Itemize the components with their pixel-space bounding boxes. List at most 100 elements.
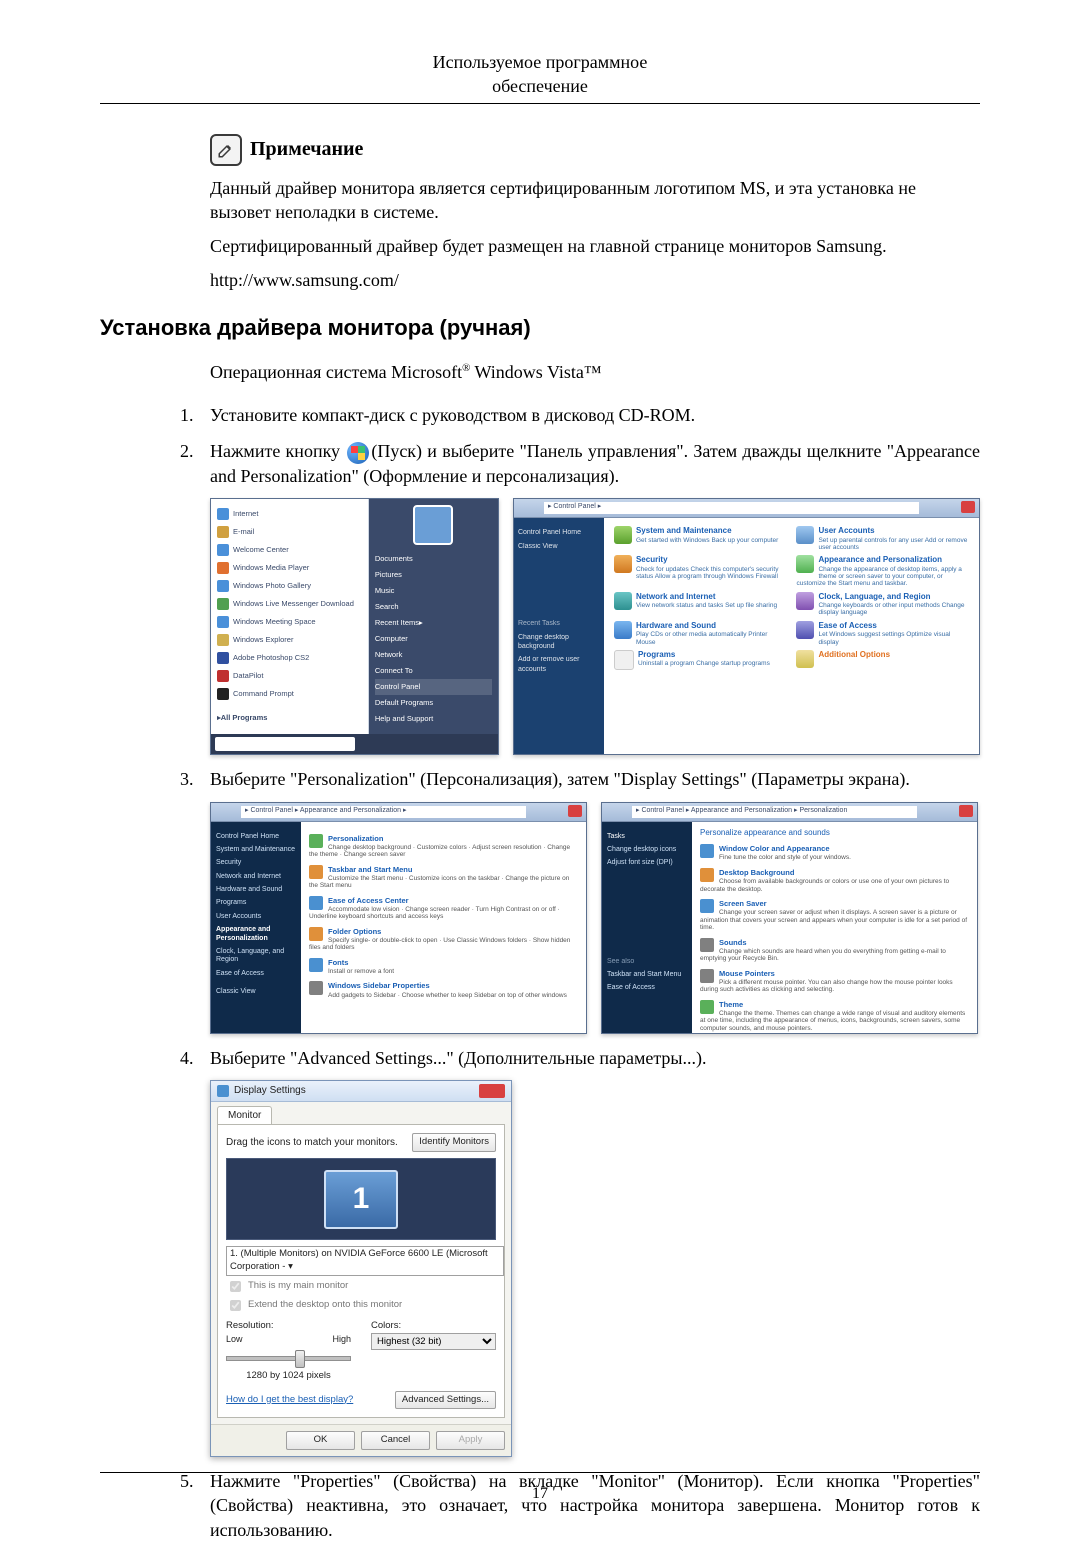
monitor-1-icon[interactable]: 1 (324, 1170, 398, 1229)
sm-docs[interactable]: Documents (375, 551, 492, 567)
ds-monitor-dropdown[interactable]: 1. (Multiple Monitors) on NVIDIA GeForce… (226, 1246, 504, 1276)
pers-item-color[interactable]: Window Color and AppearanceFine tune the… (700, 844, 969, 862)
appearance-main: PersonalizationChange desktop background… (301, 822, 586, 1034)
step-5: 5. Нажмите "Properties" (Свойства) на вк… (180, 1469, 980, 1542)
ds-colors-select[interactable]: Highest (32 bit) (371, 1333, 496, 1350)
start-item-ps[interactable]: Adobe Photoshop CS2 (217, 649, 362, 667)
app-side-9[interactable]: Ease of Access (216, 970, 296, 978)
app-side-10[interactable]: Classic View (216, 988, 296, 996)
app-side-6[interactable]: User Accounts (216, 913, 296, 921)
ds-chk-extend[interactable]: Extend the desktop onto this monitor (226, 1297, 496, 1314)
pers-item-bg[interactable]: Desktop BackgroundChoose from available … (700, 868, 969, 893)
app-item-folder[interactable]: Folder OptionsSpecify single- or double-… (309, 927, 578, 952)
app-side-8[interactable]: Clock, Language, and Region (216, 948, 296, 965)
apply-button[interactable]: Apply (436, 1431, 505, 1450)
sm-recent[interactable]: Recent Items ▸ (375, 615, 492, 631)
cp-cat-users[interactable]: User AccountsSet up parental controls fo… (796, 526, 969, 551)
pers-side-4[interactable]: Taskbar and Start Menu (607, 971, 687, 979)
pers-item-sounds[interactable]: SoundsChange which sounds are heard when… (700, 938, 969, 963)
start-item-cmd[interactable]: Command Prompt (217, 685, 362, 703)
app-side-5[interactable]: Programs (216, 899, 296, 907)
pers-sidebar: Tasks Change desktop icons Adjust font s… (602, 822, 692, 1034)
app-side-2[interactable]: Security (216, 859, 296, 867)
step-3: 3. Выберите "Personalization" (Персонали… (180, 767, 980, 791)
footer-rule (100, 1472, 980, 1473)
cp-side-home[interactable]: Control Panel Home (518, 528, 600, 537)
start-item-wmp[interactable]: Windows Media Player (217, 559, 362, 577)
close-icon[interactable] (479, 1084, 505, 1098)
sm-computer[interactable]: Computer (375, 631, 492, 647)
start-search-input[interactable] (215, 737, 355, 751)
pers-address[interactable]: ▸ Control Panel ▸ Appearance and Persona… (632, 806, 917, 818)
ds-titlebar: Display Settings (211, 1081, 511, 1102)
app-item-fonts[interactable]: FontsInstall or remove a font (309, 958, 578, 976)
start-item-meeting[interactable]: Windows Meeting Space (217, 613, 362, 631)
start-item-live[interactable]: Windows Live Messenger Download (217, 595, 362, 613)
sm-default[interactable]: Default Programs (375, 695, 492, 711)
ok-button[interactable]: OK (286, 1431, 355, 1450)
step-4-text: Выберите "Advanced Settings..." (Дополни… (210, 1046, 980, 1070)
cp-cat-ease[interactable]: Ease of AccessLet Windows suggest settin… (796, 621, 969, 646)
start-item-datapilot[interactable]: DataPilot (217, 667, 362, 685)
app-item-sidebar[interactable]: Windows Sidebar PropertiesAdd gadgets to… (309, 981, 578, 999)
start-item-email[interactable]: E-mail (217, 523, 362, 541)
ds-chk-main[interactable]: This is my main monitor (226, 1278, 496, 1295)
note-url-link[interactable]: http://www.samsung.com/ (210, 270, 399, 290)
sm-help[interactable]: Help and Support (375, 711, 492, 727)
app-side-7[interactable]: Appearance and Personalization (216, 926, 296, 943)
ds-title-text: Display Settings (234, 1084, 306, 1098)
pers-side-5[interactable]: Ease of Access (607, 984, 687, 992)
ds-low: Low (226, 1333, 243, 1345)
page-number: 17 (0, 1483, 1080, 1505)
app-item-taskbar[interactable]: Taskbar and Start MenuCustomize the Star… (309, 865, 578, 890)
sm-connect[interactable]: Connect To (375, 663, 492, 679)
app-side-1[interactable]: System and Maintenance (216, 846, 296, 854)
step-number-1: 1. (180, 403, 210, 427)
sm-pics[interactable]: Pictures (375, 567, 492, 583)
cp-side-bg[interactable]: Change desktop background (518, 633, 600, 652)
pers-item-saver[interactable]: Screen SaverChange your screen saver or … (700, 899, 969, 932)
cp-cat-additional[interactable]: Additional Options (796, 650, 969, 670)
ds-help-link[interactable]: How do I get the best display? (226, 1394, 353, 1407)
cp-side-classic[interactable]: Classic View (518, 542, 600, 551)
sm-music[interactable]: Music (375, 583, 492, 599)
start-item-explorer[interactable]: Windows Explorer (217, 631, 362, 649)
cp-cat-programs[interactable]: ProgramsUninstall a program Change start… (614, 650, 787, 670)
cp-cat-system[interactable]: System and MaintenanceGet started with W… (614, 526, 787, 551)
start-item-internet[interactable]: Internet (217, 505, 362, 523)
close-icon[interactable] (961, 501, 975, 513)
cp-side-users[interactable]: Add or remove user accounts (518, 655, 600, 674)
cp-cat-hardware[interactable]: Hardware and SoundPlay CDs or other medi… (614, 621, 787, 646)
ds-resolution-slider[interactable] (226, 1348, 351, 1368)
app-side-0[interactable]: Control Panel Home (216, 833, 296, 841)
start-item-photo[interactable]: Windows Photo Gallery (217, 577, 362, 595)
cancel-button[interactable]: Cancel (361, 1431, 430, 1450)
pers-item-mouse[interactable]: Mouse PointersPick a different mouse poi… (700, 969, 969, 994)
pers-side-1[interactable]: Change desktop icons (607, 846, 687, 854)
pers-item-theme[interactable]: ThemeChange the theme. Themes can change… (700, 1000, 969, 1033)
start-item-welcome[interactable]: Welcome Center (217, 541, 362, 559)
app-address[interactable]: ▸ Control Panel ▸ Appearance and Persona… (241, 806, 526, 818)
cp-address[interactable]: ▸ Control Panel ▸ (544, 502, 919, 514)
page-header: Используемое программное обеспечение (100, 50, 980, 99)
identify-monitors-button[interactable]: Identify Monitors (412, 1133, 496, 1152)
cp-cat-appearance[interactable]: Appearance and PersonalizationChange the… (796, 555, 969, 587)
sm-network[interactable]: Network (375, 647, 492, 663)
sm-search[interactable]: Search (375, 599, 492, 615)
app-item-personalization[interactable]: PersonalizationChange desktop background… (309, 834, 578, 859)
close-icon[interactable] (959, 805, 973, 817)
advanced-settings-button[interactable]: Advanced Settings... (395, 1391, 496, 1410)
ds-tab-monitor[interactable]: Monitor (217, 1106, 272, 1125)
sm-control-panel[interactable]: Control Panel (375, 679, 492, 695)
app-side-3[interactable]: Network and Internet (216, 873, 296, 881)
header-rule (100, 103, 980, 104)
cp-cat-clock[interactable]: Clock, Language, and RegionChange keyboa… (796, 592, 969, 617)
close-icon[interactable] (568, 805, 582, 817)
pers-side-2[interactable]: Adjust font size (DPI) (607, 859, 687, 867)
cp-cat-security[interactable]: SecurityCheck for updates Check this com… (614, 555, 787, 587)
start-menu-right: Documents Pictures Music Search Recent I… (369, 499, 498, 754)
app-item-ease[interactable]: Ease of Access CenterAccommodate low vis… (309, 896, 578, 921)
start-all-programs[interactable]: ▸ All Programs (217, 709, 362, 727)
app-side-4[interactable]: Hardware and Sound (216, 886, 296, 894)
cp-cat-network[interactable]: Network and InternetView network status … (614, 592, 787, 617)
